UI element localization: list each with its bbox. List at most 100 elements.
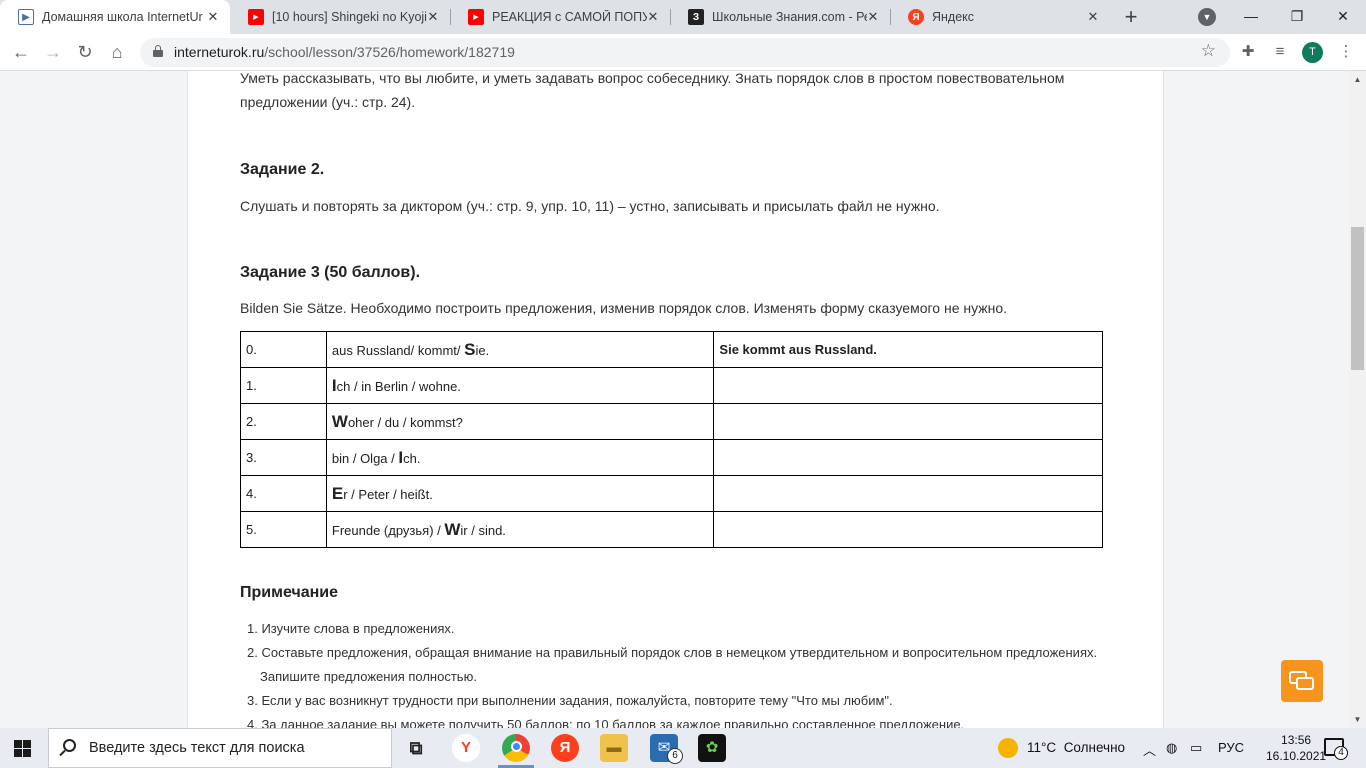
task3-heading: Задание 3 (50 баллов). (240, 264, 421, 281)
tab-title: РЕАКЦИЯ с САМОЙ ПОПУЛЯ (492, 10, 647, 24)
windows-start-icon[interactable] (14, 740, 31, 757)
note-heading: Примечание (240, 584, 339, 601)
profile-avatar[interactable]: T (1302, 42, 1323, 63)
file-explorer-folder-icon[interactable]: ▬ (600, 734, 628, 762)
back-arrow-icon[interactable]: ← (8, 39, 34, 65)
chat-bubble-icon (1296, 677, 1314, 690)
answer-cell: Sie kommt aus Russland. (713, 331, 1103, 368)
task-view-icon[interactable]: ⧉ (402, 734, 430, 762)
row-number: 3. (240, 439, 327, 476)
tab-youtube-reaction[interactable]: ▶ РЕАКЦИЯ с САМОЙ ПОПУЛЯ ✕ (450, 0, 670, 34)
clock-time: 13:56 (1281, 733, 1312, 747)
reload-icon[interactable]: ↻ (72, 39, 98, 65)
task2-text: Слушать и повторять за диктором (уч.: ст… (240, 198, 940, 214)
clock-date: 16.10.2021 (1266, 749, 1327, 763)
tab-title: Яндекс (932, 10, 975, 24)
row-number: 4. (240, 475, 327, 512)
youtube-icon: ▶ (248, 9, 264, 25)
chat-button[interactable] (1281, 660, 1323, 702)
close-icon[interactable]: ✕ (1086, 10, 1100, 24)
scroll-up-icon[interactable]: ▲ (1349, 71, 1366, 88)
weather-sun-icon[interactable] (998, 738, 1018, 758)
exercise-table: 0. aus Russland/ kommt/ Sie. Sie kommt a… (240, 331, 1103, 548)
list-item: 4. За данное задание вы можете получить … (247, 717, 965, 728)
yandex-icon: Я (908, 9, 924, 25)
scrambled-words: Freunde (друзья) / Wir / sind. (325, 511, 715, 548)
youtube-icon: ▶ (468, 9, 484, 25)
scrambled-words: Ich / in Berlin / wohne. (325, 367, 715, 404)
network-status-icon[interactable]: ◍ (1166, 740, 1177, 756)
answer-cell (713, 367, 1103, 404)
lock-icon[interactable] (153, 45, 163, 57)
answer-cell (713, 475, 1103, 512)
game-app-icon[interactable]: ✿ (698, 734, 726, 762)
scrambled-words: bin / Olga / Ich. (325, 439, 715, 476)
table-row: 1. Ich / in Berlin / wohne. (240, 367, 1103, 404)
taskbar-search-box[interactable]: Введите здесь текст для поиска (48, 728, 392, 768)
new-tab-button[interactable]: + (1119, 5, 1143, 29)
tab-search-icon[interactable]: ▼ (1198, 8, 1216, 26)
close-icon[interactable]: ✕ (646, 10, 660, 24)
bookmark-star-icon[interactable]: ☆ (1201, 41, 1216, 61)
tab-title: Школьные Знания.com - Реш (712, 10, 867, 24)
notification-count-badge: 4 (1334, 746, 1348, 760)
znanija-icon: З (688, 9, 704, 25)
table-row: 4. Er / Peter / heißt. (240, 475, 1103, 512)
close-icon[interactable]: ✕ (206, 10, 220, 24)
search-icon (63, 739, 76, 752)
battery-icon[interactable]: ▭ (1190, 740, 1202, 756)
home-icon[interactable]: ⌂ (104, 39, 130, 65)
scrollbar-thumb[interactable] (1351, 227, 1364, 370)
tab-znanija[interactable]: З Школьные Знания.com - Реш ✕ (670, 0, 890, 34)
table-row: 5. Freunde (друзья) / Wir / sind. (240, 511, 1103, 548)
row-number: 1. (240, 367, 327, 404)
search-placeholder: Введите здесь текст для поиска (89, 740, 305, 756)
table-row: 3. bin / Olga / Ich. (240, 439, 1103, 476)
scrambled-words: Er / Peter / heißt. (325, 475, 715, 512)
list-item: 3. Если у вас возникнут трудности при вы… (247, 693, 893, 708)
address-bar[interactable]: interneturok.ru/school/lesson/37526/home… (140, 38, 1230, 67)
notes-list: 1. Изучите слова в предложениях. 2. Сост… (240, 617, 1110, 728)
answer-cell (713, 403, 1103, 440)
close-icon[interactable]: ✕ (866, 10, 880, 24)
close-window-button[interactable]: ✕ (1320, 0, 1366, 32)
media-playlist-icon[interactable]: ≡ (1270, 42, 1290, 62)
tab-yandex[interactable]: Я Яндекс ✕ (890, 0, 1110, 34)
scrambled-words: aus Russland/ kommt/ Sie. (325, 331, 715, 368)
homework-card: Уметь рассказывать, что вы любите, и уме… (187, 71, 1164, 728)
scrambled-words: Woher / du / kommst? (325, 403, 715, 440)
list-item: 1. Изучите слова в предложениях. (247, 621, 455, 636)
extensions-puzzle-icon[interactable]: ✚ (1238, 42, 1258, 62)
system-clock[interactable]: 13:56 16.10.2021 (1266, 732, 1326, 764)
yandex-browser-icon[interactable]: Y (452, 734, 480, 762)
mail-badge: 6 (667, 748, 683, 764)
row-number: 2. (240, 403, 327, 440)
menu-kebab-icon[interactable]: ⋮ (1336, 42, 1356, 62)
scroll-down-icon[interactable]: ▼ (1349, 711, 1366, 728)
tab-interneturok[interactable]: ▶ Домашняя школа InternetUr ✕ (0, 0, 230, 34)
tray-chevron-up-icon[interactable]: ︿ (1143, 740, 1156, 759)
row-number: 0. (240, 331, 327, 368)
weather-widget[interactable]: 11°C Солнечно (1027, 740, 1125, 755)
table-row: 0. aus Russland/ kommt/ Sie. Sie kommt a… (240, 331, 1103, 368)
close-icon[interactable]: ✕ (426, 10, 440, 24)
intro-paragraph: Уметь рассказывать, что вы любите, и уме… (240, 71, 1065, 110)
table-row: 2. Woher / du / kommst? (240, 403, 1103, 440)
tab-title: Домашняя школа InternetUr (42, 10, 203, 24)
browser-toolbar: ← → ↻ ⌂ interneturok.ru/school/lesson/37… (0, 34, 1366, 71)
windows-taskbar: Введите здесь текст для поиска ⧉ Y Я ▬ ✉… (0, 728, 1366, 768)
task3-text: Bilden Sie Sätze. Необходимо построить п… (240, 300, 1008, 316)
language-indicator[interactable]: РУС (1218, 740, 1244, 755)
tab-title: [10 hours] Shingeki no Kyojin (272, 10, 427, 24)
yandex-icon[interactable]: Я (551, 734, 579, 762)
minimize-button[interactable]: — (1228, 0, 1274, 32)
answer-cell (713, 439, 1103, 476)
chrome-icon[interactable] (502, 734, 530, 762)
page-viewport: Уметь рассказывать, что вы любите, и уме… (0, 71, 1349, 728)
tab-youtube-shingeki[interactable]: ▶ [10 hours] Shingeki no Kyojin ✕ (230, 0, 450, 34)
page-scrollbar[interactable]: ▲ ▼ (1349, 71, 1366, 728)
restore-button[interactable]: ❐ (1274, 0, 1320, 32)
task2-heading: Задание 2. (240, 161, 325, 178)
url-text[interactable]: interneturok.ru/school/lesson/37526/home… (174, 44, 515, 60)
forward-arrow-icon[interactable]: → (40, 39, 66, 65)
